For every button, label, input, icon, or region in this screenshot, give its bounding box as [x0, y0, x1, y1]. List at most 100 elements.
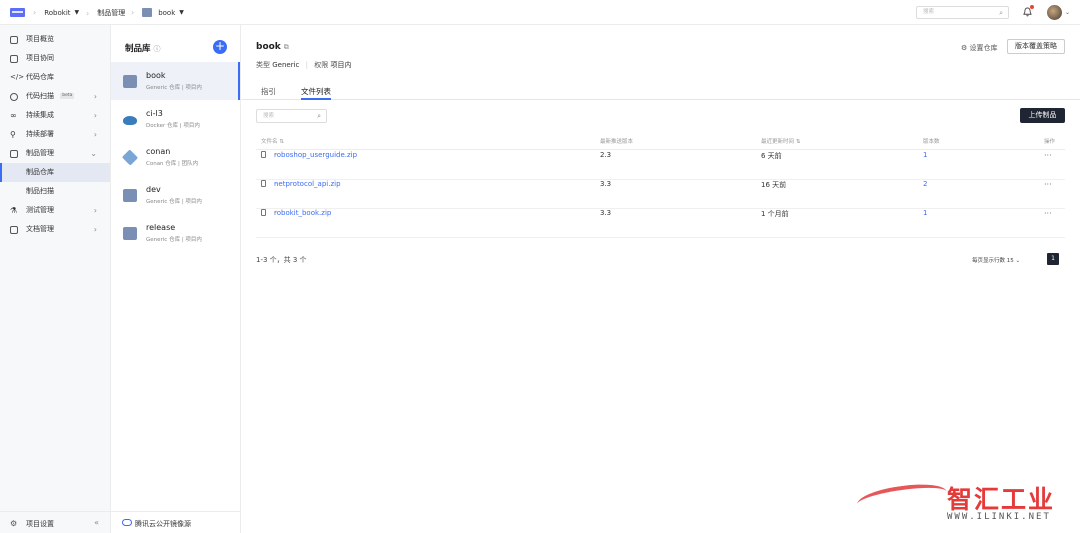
repo-list-title: 制品库 ⓘ — [125, 44, 161, 54]
rocket-icon: ⚲ — [10, 130, 16, 139]
sidebar-item-artifact-repo[interactable]: 制品仓库 — [0, 163, 110, 182]
more-actions-icon[interactable]: ··· — [1044, 180, 1052, 189]
chevron-down-icon: ⌄ — [1015, 258, 1021, 264]
public-mirror-link[interactable]: 腾讯云公开镜像源 — [111, 511, 241, 533]
infinity-icon: ∞ — [10, 111, 17, 120]
avatar[interactable] — [1047, 5, 1062, 20]
gear-icon: ⚙ — [961, 44, 968, 52]
version-count-link[interactable]: 2 — [923, 180, 927, 188]
file-name-link[interactable]: roboshop_userguide.zip — [274, 151, 357, 159]
main-content: book ⧉ 类型 Generic | 权限 项目内 ⚙ 设置仓库 版本覆盖策略 … — [241, 25, 1080, 533]
repo-meta: 类型 Generic | 权限 项目内 — [256, 61, 352, 69]
breadcrumb-repo[interactable]: › book ▼ — [131, 8, 184, 17]
repo-item-book[interactable]: book Generic 仓库 | 项目内 — [111, 62, 240, 100]
column-header[interactable]: 最近更新时间 ⇅ — [761, 137, 800, 145]
project-settings[interactable]: ⚙ 项目设置 « — [0, 511, 110, 533]
file-icon — [261, 209, 266, 216]
docker-icon — [123, 116, 137, 125]
board-icon — [10, 55, 18, 63]
sidebar-item-label: 制品扫描 — [26, 187, 54, 195]
breadcrumb-project-label: Robokit — [44, 8, 71, 17]
scan-icon — [10, 93, 18, 101]
breadcrumb-project[interactable]: › Robokit ▼ — [33, 8, 79, 17]
sidebar-item-label: 持续集成 — [26, 111, 54, 119]
notification-dot — [1030, 5, 1034, 9]
file-icon — [261, 180, 266, 187]
sidebar-item-cd[interactable]: ⚲ 持续部署 › — [0, 125, 110, 144]
repo-settings-link[interactable]: ⚙ 设置仓库 — [961, 43, 998, 53]
chevron-right-icon: › — [93, 92, 97, 101]
caret-down-icon: ▼ — [179, 9, 184, 16]
sidebar-item-label: 制品管理 — [26, 149, 54, 157]
sidebar-item-label: 项目协同 — [26, 54, 54, 62]
sidebar-item-label: 持续部署 — [26, 130, 54, 138]
version-count-link[interactable]: 1 — [923, 151, 927, 159]
sidebar-item-overview[interactable]: 项目概览 — [0, 30, 110, 49]
sidebar-item-ci[interactable]: ∞ 持续集成 › — [0, 106, 110, 125]
file-name-link[interactable]: robokit_book.zip — [274, 209, 331, 217]
sidebar-item-label: 测试管理 — [26, 206, 54, 214]
home-icon — [10, 36, 18, 44]
file-search-input[interactable]: 搜索 ⌕ — [256, 109, 327, 123]
generic-repo-icon — [123, 189, 137, 202]
repo-item-conan[interactable]: conan Conan 仓库 | 团队内 — [111, 138, 240, 176]
sidebar-item-docs[interactable]: 文档管理 › — [0, 220, 110, 239]
watermark: 智汇工业 WWW.ILINKI.NET — [855, 479, 1073, 528]
help-icon[interactable]: ⓘ — [154, 45, 161, 53]
sidebar-item-label: 制品仓库 — [26, 168, 54, 176]
table-row[interactable]: roboshop_userguide.zip -- 2.3 6 天前 1 ··· — [256, 151, 1065, 180]
column-header: 最新推送版本 — [600, 139, 634, 145]
search-icon: ⌕ — [999, 9, 1003, 17]
chevron-down-icon: ⌄ — [90, 149, 97, 158]
document-icon — [10, 226, 18, 234]
sidebar-item-label: 项目概览 — [26, 35, 54, 43]
sidebar-item-artifact-scan[interactable]: 制品扫描 — [0, 182, 110, 201]
sidebar-item-code-scan[interactable]: 代码扫描 beta › — [0, 87, 110, 106]
upload-artifact-button[interactable]: 上传制品 — [1020, 108, 1065, 123]
column-header[interactable]: 文件名 ⇅ — [261, 137, 284, 145]
chevron-right-icon: › — [93, 206, 97, 215]
repo-item-dev[interactable]: dev Generic 仓库 | 项目内 — [111, 176, 240, 214]
sidebar-item-artifacts[interactable]: 制品管理 ⌄ — [0, 144, 110, 163]
more-actions-icon[interactable]: ··· — [1044, 151, 1052, 160]
file-icon — [261, 151, 266, 158]
breadcrumb-section[interactable]: › 制品管理 — [86, 8, 125, 18]
search-icon: ⌕ — [317, 112, 321, 120]
chevron-right-icon: › — [93, 130, 97, 139]
watermark-logo-icon — [855, 479, 949, 517]
global-search-input[interactable]: 搜索 ⌕ — [916, 6, 1009, 19]
generic-repo-icon — [123, 227, 137, 240]
sidebar-item-testing[interactable]: ⚗ 测试管理 › — [0, 201, 110, 220]
tab-guide[interactable]: 指引 — [261, 86, 276, 100]
chevron-right-icon: › — [93, 225, 97, 234]
gear-icon: ⚙ — [10, 519, 18, 528]
sidebar-item-code-repo[interactable]: </> 代码仓库 — [0, 68, 110, 87]
chevron-down-icon[interactable]: ⌄ — [1065, 9, 1070, 16]
file-name-link[interactable]: netprotocol_api.zip — [274, 180, 341, 188]
repo-list-panel: 制品库 ⓘ + book Generic 仓库 | 项目内 ci-l3 Docke… — [111, 25, 241, 533]
copy-icon[interactable]: ⧉ — [284, 43, 289, 51]
table-row[interactable]: robokit_book.zip -- 3.3 1 个月前 1 ··· — [256, 209, 1065, 238]
page-size-select[interactable]: 每页显示行数 15 ⌄ — [972, 256, 1020, 264]
repo-item-release[interactable]: release Generic 仓库 | 项目内 — [111, 214, 240, 252]
conan-icon — [121, 149, 139, 166]
sidebar-item-label: 文档管理 — [26, 225, 54, 233]
code-icon: </> — [10, 73, 25, 81]
version-count-link[interactable]: 1 — [923, 209, 927, 217]
more-actions-icon[interactable]: ··· — [1044, 209, 1052, 218]
sidebar-item-collaboration[interactable]: 项目协同 — [0, 49, 110, 68]
app-logo-icon[interactable] — [10, 8, 25, 17]
breadcrumb-section-label: 制品管理 — [97, 9, 126, 17]
generic-repo-icon — [123, 75, 137, 88]
column-header: 版本数 — [923, 139, 940, 145]
page-number-current[interactable]: 1 — [1047, 253, 1059, 265]
add-repo-button[interactable]: + — [213, 40, 227, 54]
version-policy-button[interactable]: 版本覆盖策略 — [1007, 39, 1065, 54]
tab-file-list[interactable]: 文件列表 — [301, 86, 331, 100]
collapse-sidebar-icon[interactable]: « — [94, 518, 99, 527]
column-header: 操作 — [1044, 139, 1056, 145]
sidebar-item-label: 代码仓库 — [26, 73, 54, 81]
table-row[interactable]: netprotocol_api.zip -- 3.3 16 天前 2 ··· — [256, 180, 1065, 209]
repo-item-ci-l3[interactable]: ci-l3 Docker 仓库 | 项目内 — [111, 100, 240, 138]
global-search-placeholder: 搜索 — [923, 9, 935, 15]
